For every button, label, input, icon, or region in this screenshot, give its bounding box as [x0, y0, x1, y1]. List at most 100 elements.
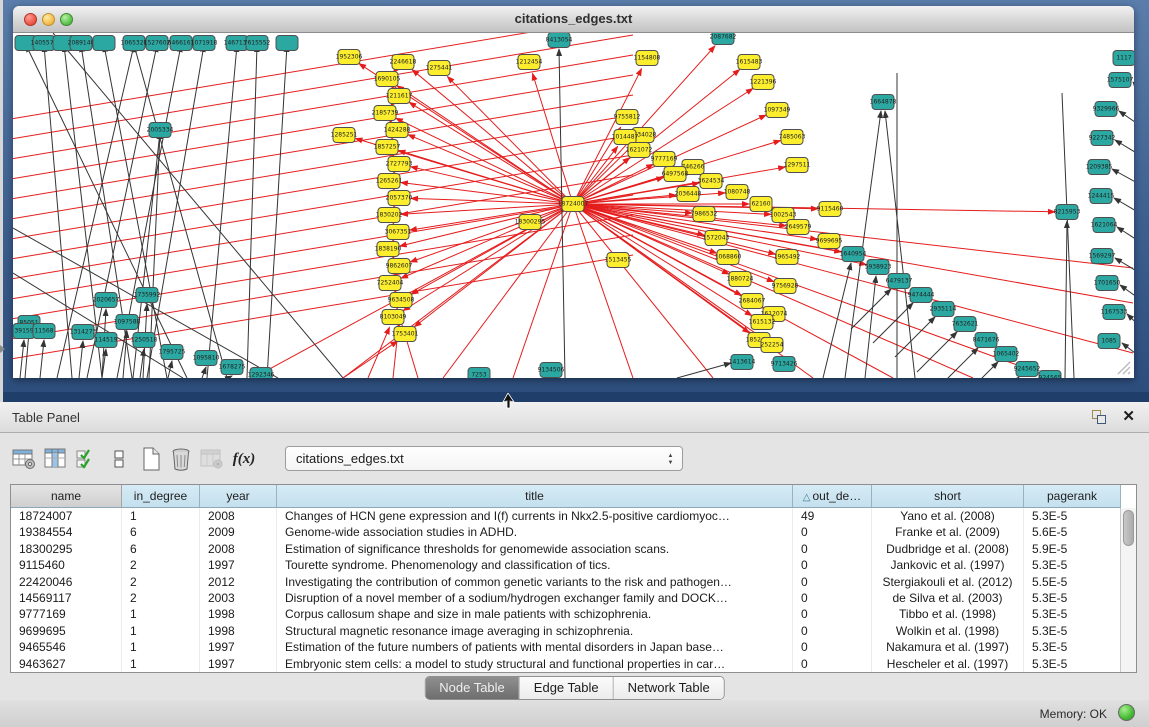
- table-cell: de Silva et al. (2003): [872, 590, 1024, 606]
- graph-node-label: 2684067: [739, 298, 766, 305]
- rows-icon[interactable]: [105, 444, 133, 474]
- graph-node[interactable]: [276, 36, 298, 51]
- graph-edge: [228, 376, 232, 378]
- table-cell: 22420046: [11, 574, 122, 590]
- column-header-out_de[interactable]: △out_de…: [793, 485, 872, 508]
- graph-node-label: 9777169: [651, 156, 678, 163]
- memory-status-indicator[interactable]: [1118, 704, 1135, 721]
- table-row[interactable]: 1830029562008Estimation of significance …: [11, 541, 1121, 557]
- graph-edge: [865, 276, 876, 378]
- column-header-short[interactable]: short: [872, 485, 1024, 508]
- table-cell: 2: [122, 590, 200, 606]
- graph-node-label: 1735992: [134, 292, 161, 299]
- graph-node-label: 1275441: [426, 65, 453, 72]
- network-window-titlebar[interactable]: citations_edges.txt: [13, 6, 1134, 33]
- graph-node-label: 1212454: [516, 59, 543, 66]
- trash-icon[interactable]: [167, 444, 195, 474]
- close-panel-icon[interactable]: ✕: [1122, 408, 1135, 426]
- graph-edge: [13, 55, 633, 162]
- tab-edge-table[interactable]: Edge Table: [520, 677, 614, 699]
- graph-node-label: 2185739: [372, 110, 399, 117]
- scrollbar-thumb[interactable]: [1123, 510, 1134, 546]
- table-cell: Wolkin et al. (1998): [872, 623, 1024, 639]
- table-toolbar: f(x) citations_edges.txt ▲▼: [10, 440, 1139, 480]
- graph-node-label: 7485063: [779, 134, 806, 141]
- new-file-icon[interactable]: [137, 444, 165, 474]
- table-row[interactable]: 977716911998Corpus callosum shape and si…: [11, 606, 1121, 622]
- citation-network-graph[interactable]: 1405572208914010653281527602646616110719…: [13, 33, 1134, 378]
- table-cell: 6: [122, 524, 200, 540]
- graph-node-label: 1678275: [219, 364, 246, 371]
- graph-edge: [573, 146, 618, 204]
- column-header-name[interactable]: name: [11, 485, 122, 508]
- graph-node-label: 1221396: [750, 79, 777, 86]
- network-window[interactable]: citations_edges.txt 14055722089140106532…: [13, 6, 1134, 378]
- tab-node-table[interactable]: Node Table: [425, 677, 520, 699]
- select-rows-icon[interactable]: [73, 444, 101, 474]
- table-selector-dropdown[interactable]: citations_edges.txt ▲▼: [285, 446, 683, 471]
- network-canvas[interactable]: 1405572208914010653281527602646616110719…: [13, 33, 1134, 378]
- graph-edge: [533, 73, 573, 204]
- column-header-title[interactable]: title: [277, 485, 793, 508]
- table-scrollbar[interactable]: [1120, 508, 1136, 672]
- table-cell: 5.5E-5: [1024, 574, 1121, 590]
- graph-node-label: 3624534: [698, 178, 725, 185]
- graph-node-label: 1250518: [131, 337, 158, 344]
- table-tabs-row: Node TableEdge TableNetwork Table: [0, 676, 1149, 700]
- graph-node[interactable]: [93, 36, 115, 51]
- table-cell: 0: [793, 639, 872, 655]
- graph-node-label: 1640954: [840, 251, 867, 258]
- graph-node-label: 1838190: [375, 246, 402, 253]
- table-row[interactable]: 969969511998Structural magnetic resonanc…: [11, 623, 1121, 639]
- table-cell: Stergiakouli et al. (2012): [872, 574, 1024, 590]
- graph-node-label: 1575107: [1107, 77, 1134, 84]
- graph-node-label: 1065402: [993, 351, 1020, 358]
- graph-node-label: 1095810: [193, 355, 220, 362]
- node-table: namein_degreeyeartitle△out_de…shortpager…: [10, 484, 1137, 673]
- panel-collapse-handle[interactable]: [0, 345, 5, 353]
- table-row[interactable]: 1456911722003Disruption of a novel membe…: [11, 590, 1121, 606]
- combo-arrows-icon: ▲▼: [666, 451, 675, 468]
- table-cell: Yano et al. (2008): [872, 508, 1024, 524]
- graph-node-label: 1244415: [1088, 193, 1115, 200]
- column-header-in_degree[interactable]: in_degree: [122, 485, 200, 508]
- table-row[interactable]: 2242004622012Investigating the contribut…: [11, 574, 1121, 590]
- sort-ascending-icon: △: [803, 492, 811, 503]
- float-panel-icon[interactable]: [1092, 410, 1107, 425]
- table-row[interactable]: 1938455462009Genome-wide association stu…: [11, 524, 1121, 540]
- table-row[interactable]: 911546021997Tourette syndrome. Phenomeno…: [11, 557, 1121, 573]
- graph-edge: [958, 362, 998, 378]
- table-row[interactable]: 1872400712008Changes of HCN gene express…: [11, 508, 1121, 524]
- table-cell: 5.3E-5: [1024, 590, 1121, 606]
- graph-node-label: 8103049: [380, 314, 407, 321]
- graph-node-label: 2020657: [93, 297, 120, 304]
- graph-node-label: 18300295: [515, 219, 546, 226]
- table-cell: 5.9E-5: [1024, 541, 1121, 557]
- column-header-year[interactable]: year: [200, 485, 277, 508]
- column-header-pagerank[interactable]: pagerank: [1024, 485, 1121, 508]
- graph-node-label: 2087682: [710, 34, 737, 41]
- table-cell: 1998: [200, 606, 277, 622]
- graph-edge: [917, 332, 957, 372]
- table-body: 1872400712008Changes of HCN gene express…: [11, 508, 1121, 673]
- table-header-row: namein_degreeyeartitle△out_de…shortpager…: [11, 485, 1121, 508]
- table-settings-icon[interactable]: [10, 444, 38, 474]
- table-cell: 9699695: [11, 623, 122, 639]
- table-row[interactable]: 946554611997Estimation of the future num…: [11, 639, 1121, 655]
- graph-edge: [13, 35, 633, 142]
- table-cell: 5.3E-5: [1024, 508, 1121, 524]
- graph-edge: [938, 348, 978, 378]
- tab-network-table[interactable]: Network Table: [614, 677, 724, 699]
- table-row[interactable]: 946362711997Embryonic stem cells: a mode…: [11, 656, 1121, 672]
- graph-node-label: 2649579: [785, 224, 812, 231]
- graph-node-label: 1085: [1101, 338, 1116, 345]
- graph-node-label: 1211617: [386, 93, 413, 100]
- graph-edge: [1114, 198, 1134, 218]
- left-edge-strip: [0, 0, 3, 402]
- function-builder-icon[interactable]: f(x): [230, 444, 258, 474]
- resize-grip-icon[interactable]: [1115, 359, 1131, 375]
- graph-node-label: 1097349: [764, 107, 791, 114]
- graph-node-label: 7632621: [952, 321, 979, 328]
- graph-edge: [1117, 227, 1134, 247]
- table-column-icon[interactable]: [42, 444, 70, 474]
